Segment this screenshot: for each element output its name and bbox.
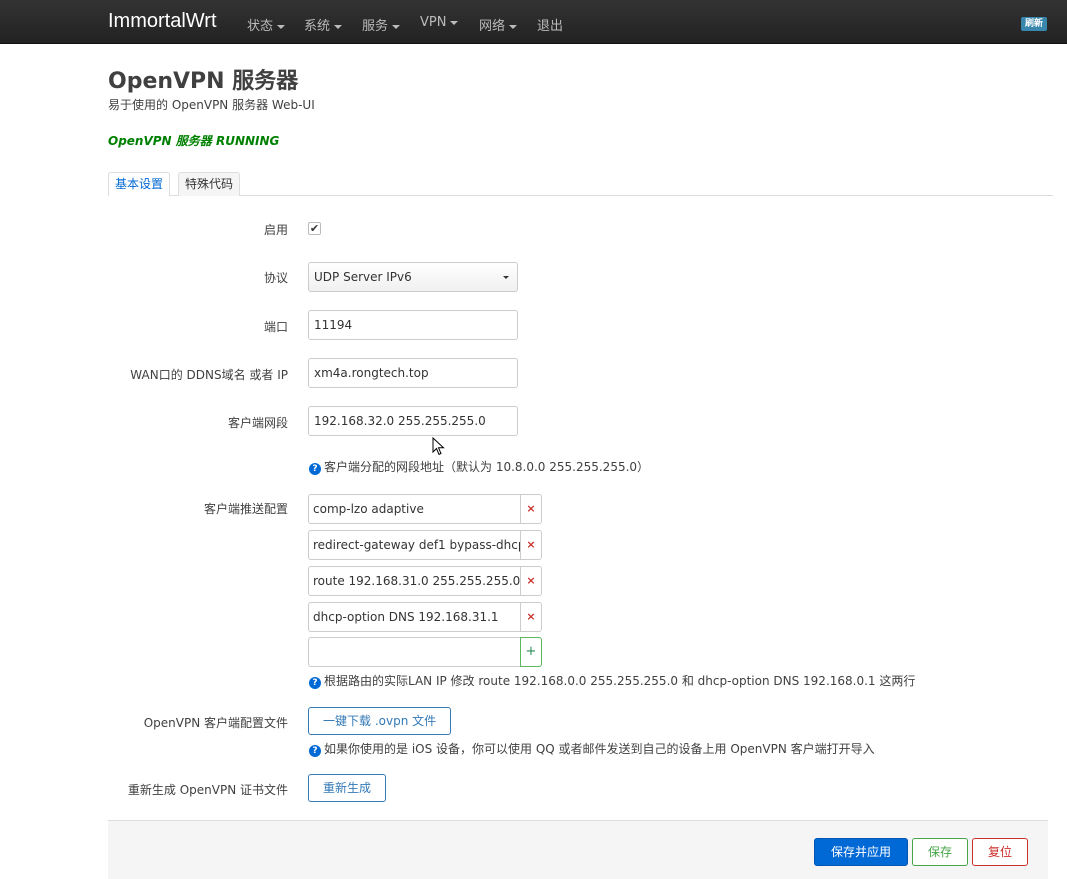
nav-menu-label: 退出 [537,19,564,34]
remove-item-button[interactable]: × [520,602,542,632]
push-item: route 192.168.31.0 255.255.255.0 × [308,566,542,596]
caret-down-icon [450,20,459,25]
nav-menu-network[interactable]: 网络 [479,15,518,34]
port-input[interactable]: 11194 [308,310,518,340]
tab-special-code[interactable]: 特殊代码 [178,172,241,196]
nav-menu-logout[interactable]: 退出 [537,15,563,34]
caret-down-icon [277,24,286,29]
nav-menu-system[interactable]: 系统 [304,15,343,34]
save-apply-button[interactable]: 保存并应用 [814,838,908,866]
enable-checkbox[interactable]: ✔ [308,222,321,235]
remove-item-button[interactable]: × [520,530,542,560]
mouse-cursor-icon [432,437,445,456]
nav-menu-status[interactable]: 状态 [247,15,286,34]
regen-cert-label: 重新生成 OpenVPN 证书文件 [127,783,288,797]
page-title: OpenVPN 服务器 [108,69,299,94]
nav-menu-label: 状态 [247,19,274,34]
regenerate-button[interactable]: 重新生成 [308,774,387,802]
reset-button[interactable]: 复位 [972,838,1028,866]
nav-menu-vpn[interactable]: VPN [420,15,459,30]
port-label: 端口 [263,320,288,334]
help-text: 根据路由的实际LAN IP 修改 route 192.168.0.0 255.2… [324,674,916,688]
client-config-label: OpenVPN 客户端配置文件 [143,716,288,730]
help-icon: ? [309,745,321,757]
help-icon: ? [309,463,321,475]
caret-down-icon [334,24,343,29]
push-item-input[interactable]: dhcp-option DNS 192.168.31.1 [308,602,521,632]
client-config-help: ? 如果你使用的是 iOS 设备，你可以使用 QQ 或者邮件发送到自己的设备上用 … [309,740,875,757]
brand-logo[interactable]: ImmortalWrt [108,10,217,33]
push-new-item: + [308,637,542,667]
page-description: 易于使用的 OpenVPN 服务器 Web-UI [108,98,315,112]
help-icon: ? [309,677,321,689]
push-item-input[interactable]: redirect-gateway def1 bypass-dhcp [308,530,521,560]
dropdown-arrow-icon [503,276,509,279]
service-status: OpenVPN 服务器 RUNNING [108,134,280,148]
client-network-help: ? 客户端分配的网段地址（默认为 10.8.0.0 255.255.255.0） [309,458,649,475]
nav-menu-label: 网络 [479,19,506,34]
push-config-help: ? 根据路由的实际LAN IP 修改 route 192.168.0.0 255.… [309,672,915,689]
tab-basic-settings[interactable]: 基本设置 [108,172,171,196]
push-item: redirect-gateway def1 bypass-dhcp × [308,530,542,560]
push-item-input[interactable]: route 192.168.31.0 255.255.255.0 [308,566,521,596]
push-new-item-input[interactable] [308,637,521,667]
push-item: dhcp-option DNS 192.168.31.1 × [308,602,542,632]
protocol-label: 协议 [263,271,288,285]
help-text: 如果你使用的是 iOS 设备，你可以使用 QQ 或者邮件发送到自己的设备上用 O… [324,742,875,756]
caret-down-icon [509,24,518,29]
ddns-label: WAN口的 DDNS域名 或者 IP [130,368,288,382]
nav-menu-label: 系统 [304,19,331,34]
ddns-input[interactable]: xm4a.rongtech.top [308,358,518,388]
nav-menu-label: VPN [420,15,447,30]
protocol-select[interactable]: UDP Server IPv6 [308,262,518,292]
refresh-button[interactable]: 刷新 [1021,17,1047,31]
help-text: 客户端分配的网段地址（默认为 10.8.0.0 255.255.255.0） [324,460,650,474]
client-network-label: 客户端网段 [227,416,288,430]
client-network-input[interactable]: 192.168.32.0 255.255.255.0 [308,406,518,436]
remove-item-button[interactable]: × [520,494,542,524]
caret-down-icon [392,24,401,29]
push-item: comp-lzo adaptive × [308,494,542,524]
push-config-label: 客户端推送配置 [203,502,288,516]
enable-label: 启用 [263,223,288,237]
save-button[interactable]: 保存 [912,838,968,866]
tabs-divider [108,195,1053,196]
push-item-input[interactable]: comp-lzo adaptive [308,494,521,524]
protocol-select-value: UDP Server IPv6 [314,270,412,284]
top-navbar: ImmortalWrt 状态 系统 服务 VPN 网络 退出 刷新 [0,0,1067,44]
remove-item-button[interactable]: × [520,566,542,596]
nav-menu-label: 服务 [362,19,389,34]
nav-menu-services[interactable]: 服务 [362,15,401,34]
add-item-button[interactable]: + [520,637,542,667]
download-ovpn-button[interactable]: 一键下载 .ovpn 文件 [308,707,452,735]
check-icon: ✔ [309,222,320,235]
